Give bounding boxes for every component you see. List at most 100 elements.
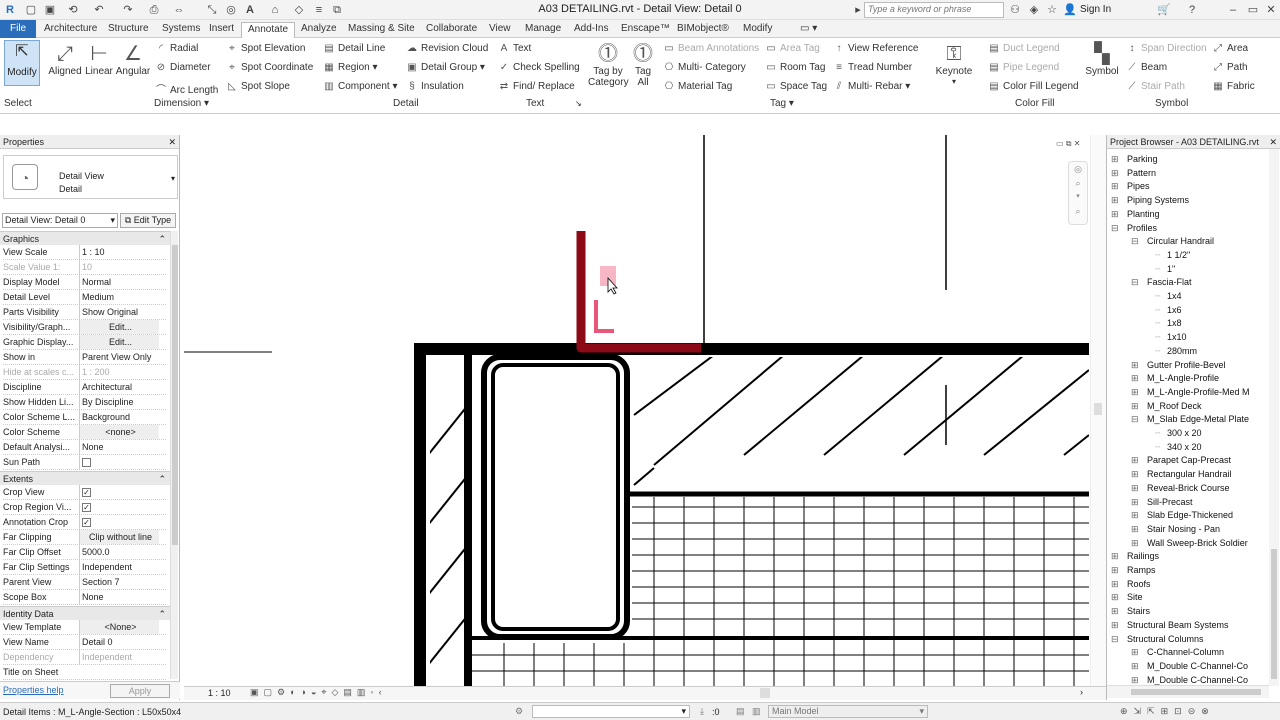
property-value[interactable]: Independent <box>79 650 159 664</box>
spot-slope-button[interactable]: ◺ Spot Slope <box>226 81 290 92</box>
property-value[interactable]: Background <box>79 410 159 424</box>
property-value[interactable]: 1 : 200 <box>79 365 159 379</box>
open-icon[interactable]: ▢ <box>24 3 38 17</box>
area-tag-button[interactable]: ▭ Area Tag <box>765 43 820 54</box>
browser-item[interactable]: Fascia-Flat <box>1147 277 1192 287</box>
property-button[interactable]: <none> <box>79 425 159 439</box>
angular-dimension-button[interactable]: ∠ Angular <box>115 42 151 77</box>
component-button[interactable]: ▥ Component ▾ <box>323 81 397 92</box>
space-tag-button[interactable]: ▭ Space Tag <box>765 81 827 92</box>
property-row[interactable]: Display Model Normal <box>3 275 166 290</box>
property-value[interactable]: Show Original <box>79 305 159 319</box>
tab-massing-site[interactable]: Massing & Site <box>348 22 415 38</box>
browser-item[interactable]: Rectangular Handrail <box>1147 469 1232 479</box>
design-option-toggle-icon[interactable]: ▥ <box>752 706 761 717</box>
property-row[interactable]: Far Clipping Clip without line <box>3 530 166 545</box>
sign-in-link[interactable]: Sign In <box>1080 4 1111 15</box>
radial-button[interactable]: ◜ Radial <box>155 43 198 54</box>
undo-icon[interactable]: ↶ <box>92 3 106 17</box>
property-row[interactable]: Dependency Independent <box>3 650 166 665</box>
expand-icon[interactable]: ⊞ <box>1111 620 1119 631</box>
ribbon-options-icon[interactable]: ▭ ▾ <box>800 22 817 38</box>
symbol-button[interactable]: ▚ Symbol <box>1084 42 1120 77</box>
browser-item[interactable]: C-Channel-Column <box>1147 647 1224 657</box>
measure-icon[interactable]: ⇔ <box>172 3 186 17</box>
workset-icon[interactable]: ⚙ <box>515 706 523 717</box>
text-dialog-launcher-icon[interactable]: ↘ <box>575 99 582 108</box>
expand-icon[interactable]: ⊞ <box>1131 647 1139 658</box>
expand-icon[interactable]: ⊞ <box>1131 373 1139 384</box>
color-fill-legend-button[interactable]: ▤ Color Fill Legend <box>988 81 1078 92</box>
browser-item[interactable]: Structural Beam Systems <box>1127 620 1229 630</box>
browser-item[interactable]: Ramps <box>1127 565 1156 575</box>
navigation-bar[interactable]: ◎ ⌕ ▾ ⌕ <box>1068 161 1088 225</box>
expand-icon[interactable]: ⊞ <box>1131 387 1139 398</box>
browser-item[interactable]: Wall Sweep-Brick Soldier <box>1147 538 1248 548</box>
browser-item[interactable]: Piping Systems <box>1127 195 1189 205</box>
extents-section-header[interactable]: Extents ⌃ <box>0 471 170 485</box>
3d-view-icon[interactable]: ⌂ <box>268 3 282 17</box>
detail-line-button[interactable]: ▤ Detail Line <box>323 43 385 54</box>
expand-icon[interactable]: ⊞ <box>1111 592 1119 603</box>
property-value[interactable]: Medium <box>79 290 159 304</box>
property-row[interactable]: Scope Box None <box>3 590 166 605</box>
expand-icon[interactable]: ⊞ <box>1131 360 1139 371</box>
property-row[interactable]: Parts Visibility Show Original <box>3 305 166 320</box>
expand-icon[interactable]: ⊞ <box>1131 401 1139 412</box>
tab-systems[interactable]: Systems <box>162 22 200 38</box>
view-reference-button[interactable]: ↑ View Reference <box>833 43 919 54</box>
diameter-button[interactable]: ⊘ Diameter <box>155 62 211 73</box>
browser-item[interactable]: 1x6 <box>1167 305 1182 315</box>
close-browser-icon[interactable]: ✕ <box>1269 135 1277 149</box>
expand-icon[interactable]: ⊞ <box>1131 661 1139 672</box>
help-icon[interactable]: ? <box>1185 3 1199 17</box>
browser-item[interactable]: Pattern <box>1127 168 1156 178</box>
apply-button[interactable]: Apply <box>110 684 170 698</box>
property-row[interactable]: Far Clip Settings Independent <box>3 560 166 575</box>
browser-item[interactable]: Stair Nosing - Pan <box>1147 524 1220 534</box>
workset-selector[interactable]: ▾ <box>532 705 690 718</box>
property-button[interactable]: <None> <box>79 620 159 634</box>
expand-icon[interactable]: ⊞ <box>1111 551 1119 562</box>
property-row[interactable]: Hide at scales c... 1 : 200 <box>3 365 166 380</box>
expand-icon[interactable]: ⊞ <box>1131 510 1139 521</box>
selection-filter-icons[interactable]: ⊕⇲⇱⊞⊡⊝⊗ <box>1120 706 1215 717</box>
property-row[interactable]: Detail Level Medium <box>3 290 166 305</box>
property-row[interactable]: Title on Sheet <box>3 665 166 680</box>
collapse-icon[interactable]: ⊟ <box>1131 414 1139 425</box>
minimize-icon[interactable]: – <box>1226 3 1240 17</box>
design-options-icon[interactable]: ▤ <box>736 706 745 717</box>
property-row[interactable]: Graphic Display... Edit... <box>3 335 166 350</box>
close-icon[interactable]: ✕ <box>1264 3 1278 17</box>
checkbox[interactable]: ✓ <box>82 503 91 513</box>
dimension-panel-label[interactable]: Dimension ▾ <box>154 98 209 109</box>
properties-scrollbar[interactable] <box>170 231 178 679</box>
user-icon[interactable]: 👤 <box>1063 3 1077 17</box>
property-checkbox[interactable]: ✓ <box>79 515 159 529</box>
property-row[interactable]: View Scale 1 : 10 <box>3 245 166 260</box>
search-input[interactable]: Type a keyword or phrase <box>864 2 1004 18</box>
property-value[interactable]: 1 : 10 <box>79 245 159 259</box>
beam-button[interactable]: ⟋ Beam <box>1126 62 1168 73</box>
browser-item[interactable]: Railings <box>1127 551 1159 561</box>
property-row[interactable]: Color Scheme <none> <box>3 425 166 440</box>
checkbox[interactable] <box>82 458 91 468</box>
area-button[interactable]: ⤢ Area <box>1212 43 1248 54</box>
text-button[interactable]: A Text <box>498 43 532 54</box>
property-row[interactable]: Scale Value 1: 10 <box>3 260 166 275</box>
browser-item[interactable]: Site <box>1127 592 1143 602</box>
expand-icon[interactable]: ⊞ <box>1131 524 1139 535</box>
vertical-scrollbar[interactable] <box>1090 135 1106 688</box>
property-checkbox[interactable] <box>79 455 159 469</box>
revit-logo-icon[interactable]: R <box>3 3 17 17</box>
browser-item[interactable]: 300 x 20 <box>1167 428 1202 438</box>
arc-length-button[interactable]: ⌒ Arc Length <box>155 81 218 96</box>
property-row[interactable]: Far Clip Offset 5000.0 <box>3 545 166 560</box>
browser-item[interactable]: 340 x 20 <box>1167 442 1202 452</box>
binoculars-icon[interactable]: ⚇ <box>1008 3 1022 17</box>
material-tag-button[interactable]: ⎔ Material Tag <box>663 81 733 92</box>
tab-insert[interactable]: Insert <box>209 22 234 38</box>
browser-item[interactable]: M_L-Angle-Profile <box>1147 373 1219 383</box>
drawing-canvas[interactable]: ▭ ⧉ ✕ ◎ ⌕ ▾ ⌕ <box>184 135 1106 688</box>
property-row[interactable]: Visibility/Graph... Edit... <box>3 320 166 335</box>
